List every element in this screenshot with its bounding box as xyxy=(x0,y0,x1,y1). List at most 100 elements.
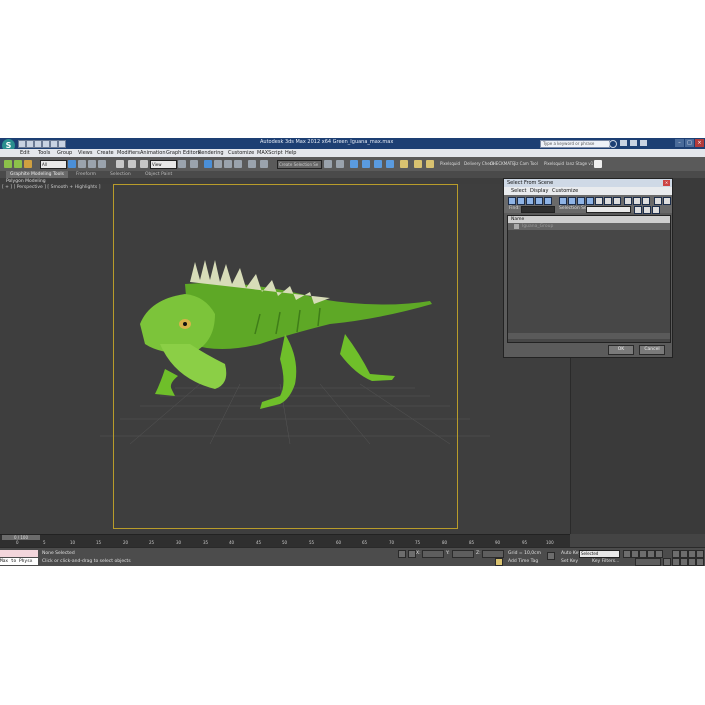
sync-selection-icon[interactable] xyxy=(654,197,662,205)
pivot-center-icon[interactable] xyxy=(178,160,186,168)
toolbar-label-pixelsquid[interactable]: Pixelsquid xyxy=(440,161,460,166)
time-slider-track[interactable]: 0 / 100 0 5 10 15 20 25 30 35 40 45 50 5… xyxy=(0,534,570,548)
coord-x-input[interactable] xyxy=(422,550,444,558)
select-object-icon[interactable] xyxy=(68,160,76,168)
go-to-end-icon[interactable] xyxy=(655,550,663,558)
zoom-icon[interactable] xyxy=(672,550,680,558)
material-editor-icon[interactable] xyxy=(400,160,408,168)
edit-named-selection-icon[interactable] xyxy=(248,160,256,168)
minimize-button[interactable]: – xyxy=(675,139,684,147)
pan-view-icon[interactable] xyxy=(680,558,688,566)
rotate-icon[interactable] xyxy=(128,160,136,168)
tab-graphite-modeling-tools[interactable]: Graphite Modeling Tools xyxy=(6,171,69,178)
find-input[interactable] xyxy=(521,206,555,213)
spinner-snap-icon[interactable] xyxy=(234,160,242,168)
search-input[interactable]: Type a keyword or phrase xyxy=(540,140,610,148)
menu-animation[interactable]: Animation xyxy=(140,149,166,157)
menu-edit[interactable]: Edit xyxy=(20,149,30,157)
column-header-name[interactable]: Name xyxy=(508,216,670,223)
field-of-view-icon[interactable] xyxy=(672,558,680,566)
menu-rendering[interactable]: Rendering xyxy=(198,149,224,157)
graphite-toggle-icon[interactable] xyxy=(362,160,370,168)
selection-filter-select[interactable]: All xyxy=(40,160,67,169)
find-case-icon[interactable] xyxy=(634,206,642,214)
menu-maxscript[interactable]: MAXScript xyxy=(257,149,283,157)
undo-icon[interactable] xyxy=(42,140,50,148)
set-key-button[interactable]: Set Key xyxy=(561,559,578,564)
select-and-link-icon[interactable] xyxy=(4,160,12,168)
tab-selection[interactable]: Selection xyxy=(110,171,131,178)
orbit-icon[interactable] xyxy=(688,558,696,566)
find-dependents-icon[interactable] xyxy=(652,206,660,214)
mirror-tool-icon[interactable] xyxy=(324,160,332,168)
tab-object-paint[interactable]: Object Paint xyxy=(145,171,172,178)
list-item[interactable]: Iguana_Group xyxy=(508,223,670,230)
menu-views[interactable]: Views xyxy=(78,149,92,157)
rectangular-selection-icon[interactable] xyxy=(88,160,96,168)
align-icon[interactable] xyxy=(336,160,344,168)
tab-freeform[interactable]: Freeform xyxy=(76,171,96,178)
time-configuration-icon[interactable] xyxy=(663,558,671,566)
toolbar-label-checkmate[interactable]: CHECKMATE xyxy=(490,161,515,166)
toolbar-label-ianz-stage[interactable]: Ianz Stage v1 xyxy=(566,161,593,166)
menu-create[interactable]: Create xyxy=(97,149,114,157)
display-lights-icon[interactable] xyxy=(526,197,534,205)
display-helpers-icon[interactable] xyxy=(544,197,552,205)
toolbar-label-pixelsquid-2[interactable]: Pixelsquid xyxy=(544,161,564,166)
display-xrefs-icon[interactable] xyxy=(577,197,585,205)
save-file-icon[interactable] xyxy=(34,140,42,148)
redo-icon[interactable] xyxy=(50,140,58,148)
maximize-viewport-icon[interactable] xyxy=(696,558,704,566)
close-button[interactable]: × xyxy=(695,139,704,147)
bind-space-warp-icon[interactable] xyxy=(24,160,32,168)
horizontal-scrollbar[interactable] xyxy=(508,333,670,339)
select-by-name-icon[interactable] xyxy=(78,160,86,168)
new-file-icon[interactable] xyxy=(18,140,26,148)
current-frame-input[interactable] xyxy=(635,558,661,566)
move-icon[interactable] xyxy=(116,160,124,168)
display-none-icon[interactable] xyxy=(604,197,612,205)
display-bones-icon[interactable] xyxy=(586,197,594,205)
add-time-tag[interactable]: Add Time Tag xyxy=(508,559,538,564)
display-shapes-icon[interactable] xyxy=(517,197,525,205)
angle-snap-icon[interactable] xyxy=(214,160,222,168)
display-groups-icon[interactable] xyxy=(568,197,576,205)
select-and-manipulate-icon[interactable] xyxy=(190,160,198,168)
unlink-selection-icon[interactable] xyxy=(14,160,22,168)
lock-selection-icon[interactable] xyxy=(398,550,406,558)
select-invert-icon[interactable] xyxy=(642,197,650,205)
maximize-button[interactable]: □ xyxy=(685,139,694,147)
menu-modifiers[interactable]: Modifiers xyxy=(117,149,140,157)
scale-icon[interactable] xyxy=(140,160,148,168)
stage-icon[interactable] xyxy=(594,160,602,168)
cancel-button[interactable]: Cancel xyxy=(639,345,665,355)
next-frame-icon[interactable] xyxy=(647,550,655,558)
render-production-icon[interactable] xyxy=(426,160,434,168)
display-invert-icon[interactable] xyxy=(613,197,621,205)
search-icon[interactable] xyxy=(609,140,617,148)
filter-icon[interactable] xyxy=(663,197,671,205)
zoom-all-icon[interactable] xyxy=(680,550,688,558)
selection-set-select[interactable] xyxy=(586,206,631,213)
dialog-menu-display[interactable]: Display xyxy=(530,187,548,195)
named-selection-sets-select[interactable]: Create Selection Se xyxy=(277,160,322,169)
zoom-extents-all-icon[interactable] xyxy=(696,550,704,558)
find-children-icon[interactable] xyxy=(643,206,651,214)
toolbar-label-jiz-cam-tool[interactable]: Jiz Cam Tool xyxy=(514,161,538,166)
select-none-icon[interactable] xyxy=(633,197,641,205)
schematic-view-icon[interactable] xyxy=(386,160,394,168)
scene-object-list[interactable]: Name Iguana_Group xyxy=(507,215,671,343)
maxscript-listener-input[interactable] xyxy=(0,550,38,557)
display-geometry-icon[interactable] xyxy=(508,197,516,205)
communication-center-icon[interactable] xyxy=(620,140,627,146)
snaps-toggle-icon[interactable] xyxy=(204,160,212,168)
go-to-start-icon[interactable] xyxy=(623,550,631,558)
reference-coordinate-select[interactable]: View xyxy=(150,160,177,169)
coord-z-input[interactable] xyxy=(482,550,504,558)
play-icon[interactable] xyxy=(639,550,647,558)
curve-editor-icon[interactable] xyxy=(374,160,382,168)
display-cameras-icon[interactable] xyxy=(535,197,543,205)
help-icon[interactable] xyxy=(640,140,647,146)
zoom-extents-icon[interactable] xyxy=(688,550,696,558)
key-mode-icon[interactable] xyxy=(547,552,555,560)
